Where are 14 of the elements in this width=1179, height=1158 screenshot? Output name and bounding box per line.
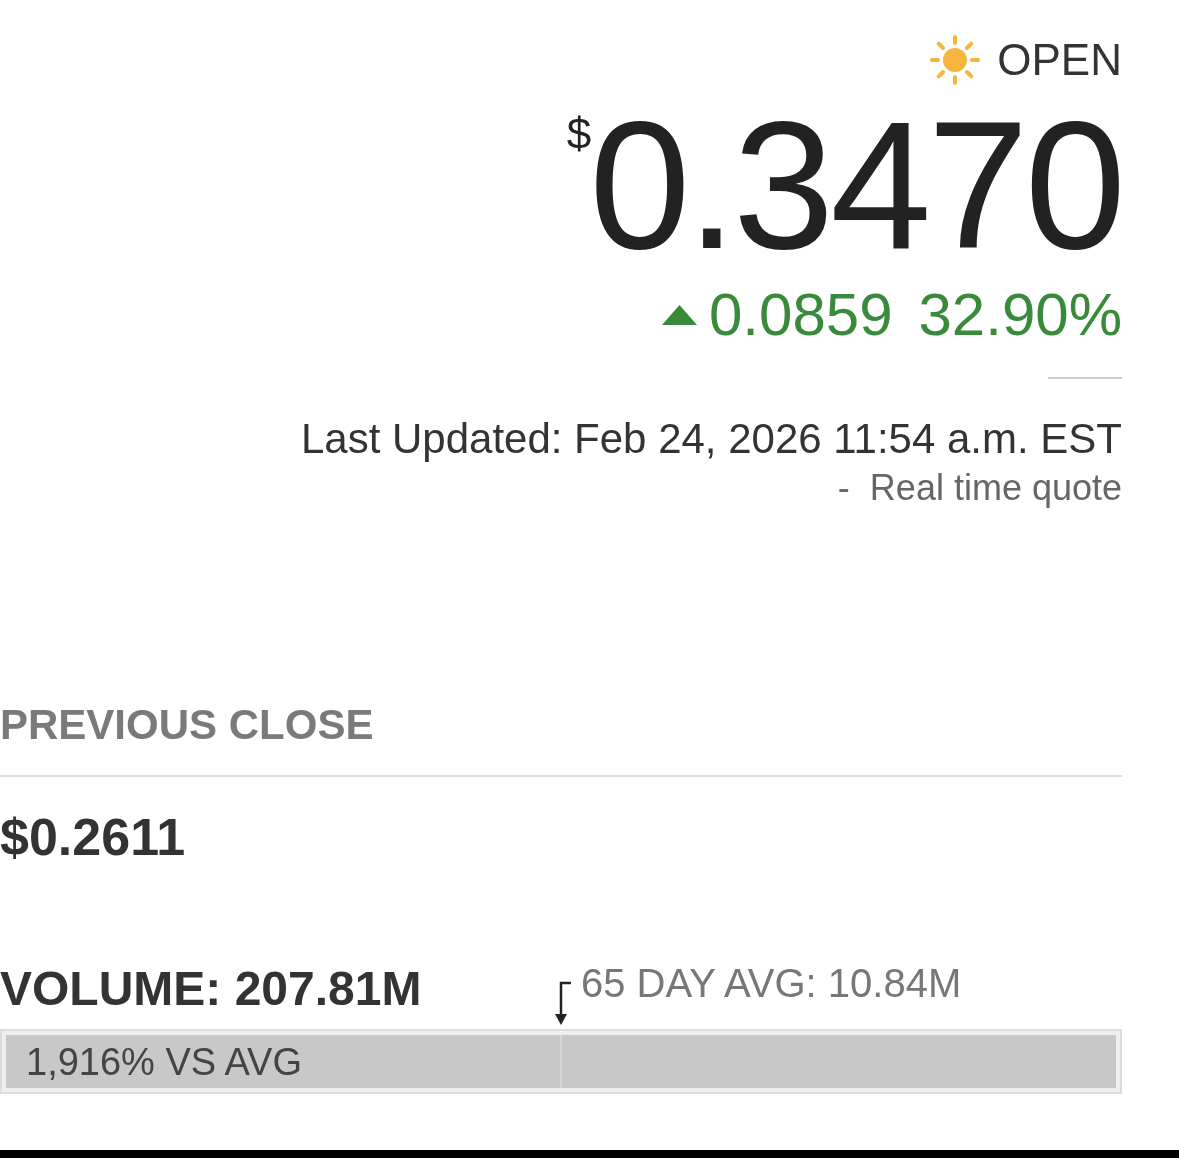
volume-comparison-text: 1,916% VS AVG [26, 1042, 303, 1081]
percent-change: 32.90% [918, 285, 1122, 345]
volume-label: VOLUME: 207.81M [0, 965, 422, 1013]
bent-down-arrow-icon [555, 981, 573, 1025]
last-updated-text: Last Updated: Feb 24, 2026 11:54 a.m. EST [300, 418, 1122, 460]
separator-dash: - [837, 470, 850, 506]
market-status: OPEN [997, 38, 1122, 82]
previous-close-value: $0.2611 [0, 811, 186, 863]
price-change: 0.0859 [709, 285, 893, 345]
average-volume-label: 65 DAY AVG: 10.84M [581, 963, 962, 1003]
currency-symbol: $ [566, 112, 592, 156]
previous-close-label: PREVIOUS CLOSE [0, 704, 374, 746]
sun-icon [929, 35, 982, 85]
quote-source-text: Real time quote [869, 470, 1122, 506]
